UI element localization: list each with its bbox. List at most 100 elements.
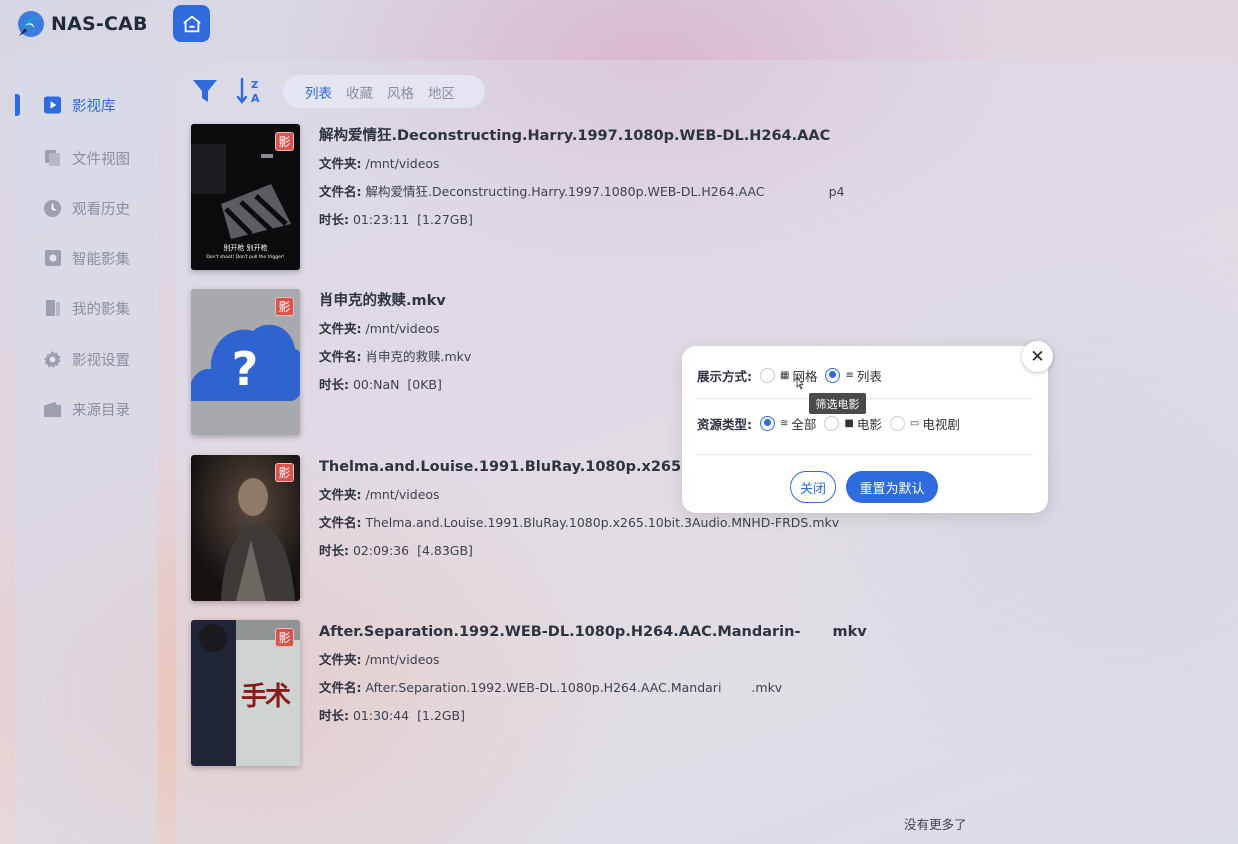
video-thumbnail[interactable]: ? 影 xyxy=(191,289,300,435)
video-thumbnail[interactable]: 别开枪 别开枪 Don't shoot! Don't pull the trig… xyxy=(191,124,300,270)
gear-icon xyxy=(43,350,62,369)
sort-button[interactable]: Z A xyxy=(236,77,264,105)
filename-label: 文件名: xyxy=(319,184,362,199)
display-option-grid[interactable]: ▦ 网格 xyxy=(760,366,817,385)
filename-value: After.Separation.1992.WEB-DL.1080p.H264.… xyxy=(365,680,722,695)
type-option-tv[interactable]: ▭ 电视剧 xyxy=(889,414,960,433)
option-label: 列表 xyxy=(856,368,882,384)
video-folder: 文件夹: /mnt/videos xyxy=(319,319,471,339)
app-logo[interactable]: NAS-CAB xyxy=(15,9,148,39)
subtitle-cn: 别开枪 别开枪 xyxy=(223,244,268,252)
title-tail: mkv xyxy=(832,624,867,640)
sidebar-item-label: 来源目录 xyxy=(72,402,130,419)
top-bar: NAS-CAB xyxy=(0,0,1238,50)
video-title[interactable]: 肖申克的救赎.mkv xyxy=(319,291,471,311)
filter-icon xyxy=(193,80,217,102)
sidebar-item-label: 智能影集 xyxy=(72,251,130,268)
display-mode-row: 展示方式: ▦ 网格 ≡ 列表 xyxy=(697,365,890,385)
video-list-item[interactable]: 别开枪 别开枪 Don't shoot! Don't pull the trig… xyxy=(191,124,911,270)
duration-value: 01:23:11 [1.27GB] xyxy=(352,212,473,227)
filter-button[interactable] xyxy=(192,78,218,104)
display-option-list[interactable]: ≡ 列表 xyxy=(825,366,882,385)
reset-default-button[interactable]: 重置为默认 xyxy=(846,471,938,503)
display-mode-label: 展示方式: xyxy=(697,368,752,384)
folder-value: /mnt/videos xyxy=(365,487,440,502)
duration-value: 00:NaN [0KB] xyxy=(352,377,442,392)
radio-list[interactable] xyxy=(825,367,841,383)
video-duration: 时长: 02:09:36 [4.83GB] xyxy=(319,541,839,561)
sidebar-item-source-dir[interactable]: 来源目录 xyxy=(43,396,130,422)
folder-value: /mnt/videos xyxy=(365,652,440,667)
app-name: NAS-CAB xyxy=(51,13,148,35)
clock-icon xyxy=(43,199,62,218)
nas-cab-logo-icon xyxy=(18,11,44,37)
home-icon xyxy=(182,15,201,32)
sidebar-item-label: 影视库 xyxy=(72,98,116,115)
movie-badge: 影 xyxy=(275,628,294,647)
tab-favorites[interactable]: 收藏 xyxy=(346,82,373,102)
video-list-item[interactable]: 手术 影 After.Separation.1992.WEB-DL.1080p.… xyxy=(191,620,911,766)
dialog-close-button[interactable]: ✕ xyxy=(1022,341,1053,372)
close-button[interactable]: 关闭 xyxy=(790,471,836,503)
movie-badge: 影 xyxy=(275,463,294,482)
grid-icon: ▦ xyxy=(780,369,790,381)
tab-region[interactable]: 地区 xyxy=(428,82,455,102)
radio-grid[interactable] xyxy=(760,367,775,383)
filename-tail: p4 xyxy=(828,184,845,199)
folder-value: /mnt/videos xyxy=(365,156,440,171)
resource-type-row: 资源类型: ≋ 全部 ■ 电影 ▭ 电视剧 xyxy=(697,413,968,433)
radio-tv[interactable] xyxy=(889,415,905,431)
mouse-cursor-icon xyxy=(796,377,804,390)
tab-genre[interactable]: 风格 xyxy=(387,82,414,102)
sidebar-item-settings[interactable]: 影视设置 xyxy=(43,346,130,372)
type-option-movie[interactable]: ■ 电影 xyxy=(824,414,882,433)
subtitle-en: Don't shoot! Don't pull the trigger! xyxy=(206,255,285,260)
folder-icon xyxy=(43,400,62,419)
radio-all[interactable] xyxy=(760,415,775,431)
folder-label: 文件夹: xyxy=(319,321,362,336)
option-label: 全部 xyxy=(791,416,817,432)
sidebar-item-my-album[interactable]: 我的影集 xyxy=(43,295,130,321)
folder-label: 文件夹: xyxy=(319,652,362,667)
video-thumbnail[interactable]: 手术 影 xyxy=(191,620,300,766)
video-info: 解构爱情狂.Deconstructing.Harry.1997.1080p.WE… xyxy=(319,126,844,230)
filename-value: Thelma.and.Louise.1991.BluRay.1080p.x265… xyxy=(365,515,840,530)
duration-label: 时长: xyxy=(319,377,349,392)
filename-tail: .mkv xyxy=(751,680,783,695)
video-thumbnail[interactable]: 影 xyxy=(191,455,300,601)
sidebar-item-label: 观看历史 xyxy=(72,201,130,218)
resource-type-label: 资源类型: xyxy=(697,416,752,432)
sidebar-item-label: 我的影集 xyxy=(72,301,130,318)
video-filename: 文件名: 肖申克的救赎.mkv xyxy=(319,347,471,367)
bookmark-album-icon xyxy=(43,299,62,318)
svg-text:Z: Z xyxy=(251,80,258,91)
filename-value: 肖申克的救赎.mkv xyxy=(365,349,472,364)
home-button[interactable] xyxy=(173,5,210,42)
filename-value: 解构爱情狂.Deconstructing.Harry.1997.1080p.WE… xyxy=(365,184,765,199)
view-tabs: 列表 收藏 风格 地区 xyxy=(283,75,485,108)
movie-badge: 影 xyxy=(275,297,294,316)
type-option-all[interactable]: ≋ 全部 xyxy=(760,414,816,433)
option-label: 电视剧 xyxy=(922,416,960,432)
folder-value: /mnt/videos xyxy=(365,321,440,336)
sidebar-item-library[interactable]: 影视库 xyxy=(43,92,116,118)
sidebar-item-history[interactable]: 观看历史 xyxy=(43,195,130,221)
filename-label: 文件名: xyxy=(319,515,362,530)
smart-album-icon xyxy=(43,249,62,268)
video-title[interactable]: 解构爱情狂.Deconstructing.Harry.1997.1080p.WE… xyxy=(319,126,844,146)
video-title[interactable]: After.Separation.1992.WEB-DL.1080p.H264.… xyxy=(319,622,867,642)
files-icon xyxy=(43,149,62,168)
sidebar-item-file-view[interactable]: 文件视图 xyxy=(43,145,130,171)
video-camera-icon: ■ xyxy=(844,417,854,429)
tv-icon: ▭ xyxy=(909,417,920,429)
sidebar-item-label: 影视设置 xyxy=(72,352,130,369)
close-icon: ✕ xyxy=(1030,346,1045,367)
filename-label: 文件名: xyxy=(319,680,362,695)
folder-label: 文件夹: xyxy=(319,487,362,502)
duration-value: 01:30:44 [1.2GB] xyxy=(352,708,465,723)
radio-movie[interactable] xyxy=(824,415,840,431)
tab-list[interactable]: 列表 xyxy=(305,82,332,102)
video-duration: 时长: 01:30:44 [1.2GB] xyxy=(319,706,867,726)
sidebar-item-smart-album[interactable]: 智能影集 xyxy=(43,245,130,271)
movie-badge: 影 xyxy=(275,132,294,151)
